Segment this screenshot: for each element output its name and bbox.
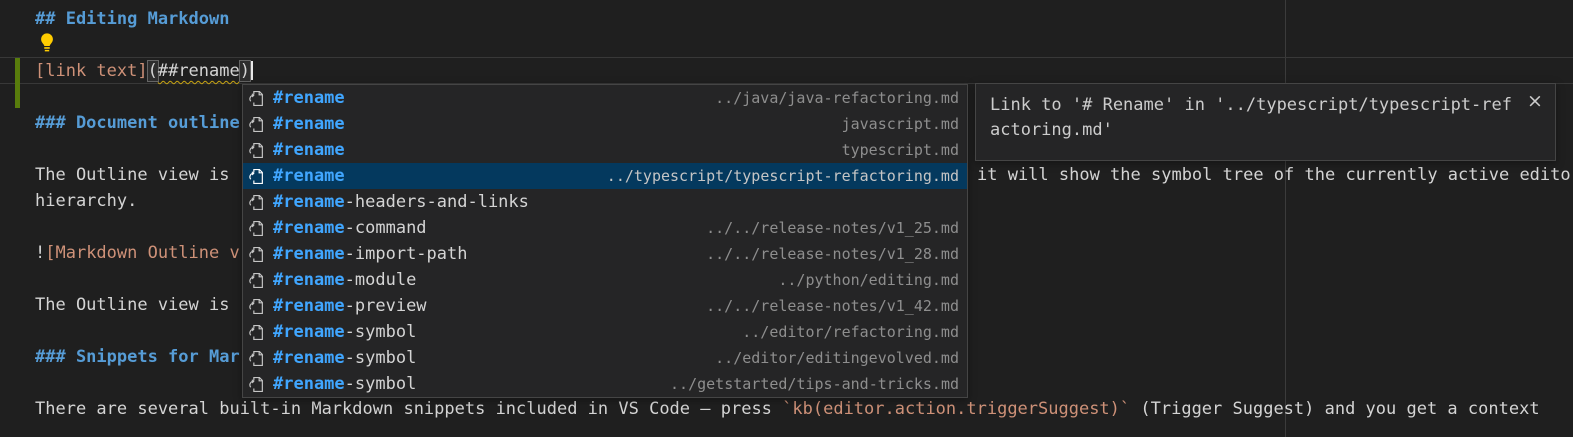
reference-icon	[248, 168, 266, 185]
suggestion-label: #rename-preview	[273, 293, 427, 319]
suggestion-item[interactable]: #rename-symbol ../getstarted/tips-and-tr…	[243, 371, 967, 397]
suggestion-path: javascript.md	[830, 115, 959, 133]
reference-icon	[248, 194, 266, 211]
link-text-token: [link text]	[35, 61, 148, 81]
reference-icon	[248, 246, 266, 263]
reference-icon	[248, 298, 266, 315]
suggestion-item[interactable]: #rename ../java/java-refactoring.md	[243, 85, 967, 111]
suggestion-label: #rename	[273, 85, 345, 111]
anchor-token: ##rename	[158, 61, 240, 81]
text-cursor	[251, 61, 253, 80]
paragraph-outline-wrap: hierarchy.	[35, 188, 137, 214]
lightbulb-icon[interactable]	[36, 32, 58, 54]
gutter-added-indicator	[15, 58, 20, 108]
suggestion-label: #rename-headers-and-links	[273, 189, 529, 215]
suggestion-path: ../../release-notes/v1_42.md	[694, 297, 959, 315]
editor-ruler	[1285, 0, 1286, 437]
suggestion-label: #rename-command	[273, 215, 427, 241]
snippets-pre-text: There are several built-in Markdown snip…	[35, 399, 782, 419]
suggestion-item-selected[interactable]: #rename ../typescript/typescript-refacto…	[243, 163, 967, 189]
suggest-details-popup: Link to '# Rename' in '../typescript/typ…	[975, 83, 1556, 161]
suggestion-label: #rename	[273, 163, 345, 189]
suggestion-label: #rename	[273, 111, 345, 137]
suggestion-label: #rename-module	[273, 267, 416, 293]
suggestion-path: ../../release-notes/v1_25.md	[694, 219, 959, 237]
suggestion-path: ../getstarted/tips-and-tricks.md	[658, 375, 959, 393]
markdown-link-line: [link text](##rename)	[35, 58, 253, 84]
reference-icon	[248, 350, 266, 367]
suggestion-item[interactable]: #rename-symbol ../editor/refactoring.md	[243, 319, 967, 345]
suggestion-item[interactable]: #rename-import-path ../../release-notes/…	[243, 241, 967, 267]
close-icon[interactable]: ×	[1524, 90, 1546, 112]
markdown-heading-outline: ### Document outline	[35, 110, 240, 136]
paragraph-outline-left: The Outline view is	[35, 162, 240, 188]
suggestion-path: typescript.md	[830, 141, 959, 159]
suggestion-label: #rename-symbol	[273, 371, 416, 397]
reference-icon	[248, 116, 266, 133]
suggestion-path: ../editor/refactoring.md	[730, 323, 959, 341]
suggestion-item[interactable]: #rename-module ../python/editing.md	[243, 267, 967, 293]
suggestion-item[interactable]: #rename-preview ../../release-notes/v1_4…	[243, 293, 967, 319]
image-bang-token: !	[35, 243, 45, 263]
suggestion-item[interactable]: #rename-symbol ../editor/editingevolved.…	[243, 345, 967, 371]
markdown-image-line: ![Markdown Outline v	[35, 240, 240, 266]
suggestion-path: ../editor/editingevolved.md	[703, 349, 959, 367]
open-paren-token: (	[148, 61, 158, 81]
reference-icon	[248, 376, 266, 393]
reference-icon	[248, 220, 266, 237]
paragraph-snippets: There are several built-in Markdown snip…	[35, 396, 1540, 422]
paragraph-outline-right: it will show the symbol tree of the curr…	[977, 162, 1571, 188]
suggestion-path: ../typescript/typescript-refactoring.md	[595, 167, 959, 185]
image-text-token: [Markdown Outline v	[45, 243, 239, 263]
close-paren-token: )	[240, 61, 250, 81]
suggestion-path: ../java/java-refactoring.md	[703, 89, 959, 107]
suggestion-item[interactable]: #rename-command ../../release-notes/v1_2…	[243, 215, 967, 241]
suggestion-path: ../python/editing.md	[766, 271, 959, 289]
suggestion-path: ../../release-notes/v1_28.md	[694, 245, 959, 263]
suggestion-label: #rename-symbol	[273, 319, 416, 345]
editor[interactable]: ## Editing Markdown [link text](##rename…	[0, 0, 1573, 437]
markdown-heading-editing: ## Editing Markdown	[35, 6, 229, 32]
snippets-post-text: (Trigger Suggest) and you get a context	[1130, 399, 1539, 419]
suggest-widget: #rename ../java/java-refactoring.md #ren…	[242, 84, 968, 398]
suggestion-item[interactable]: #rename-headers-and-links	[243, 189, 967, 215]
paragraph-outline2: The Outline view is	[35, 292, 240, 318]
suggest-details-text: Link to '# Rename' in '../typescript/typ…	[990, 93, 1518, 143]
suggestion-label: #rename-symbol	[273, 345, 416, 371]
suggestion-label: #rename-import-path	[273, 241, 467, 267]
markdown-heading-snippets: ### Snippets for Mar	[35, 344, 240, 370]
reference-icon	[248, 90, 266, 107]
suggestion-item[interactable]: #rename typescript.md	[243, 137, 967, 163]
reference-icon	[248, 142, 266, 159]
suggestion-label: #rename	[273, 137, 345, 163]
reference-icon	[248, 272, 266, 289]
inline-code-token: `kb(editor.action.triggerSuggest)`	[782, 399, 1130, 419]
reference-icon	[248, 324, 266, 341]
suggestion-item[interactable]: #rename javascript.md	[243, 111, 967, 137]
